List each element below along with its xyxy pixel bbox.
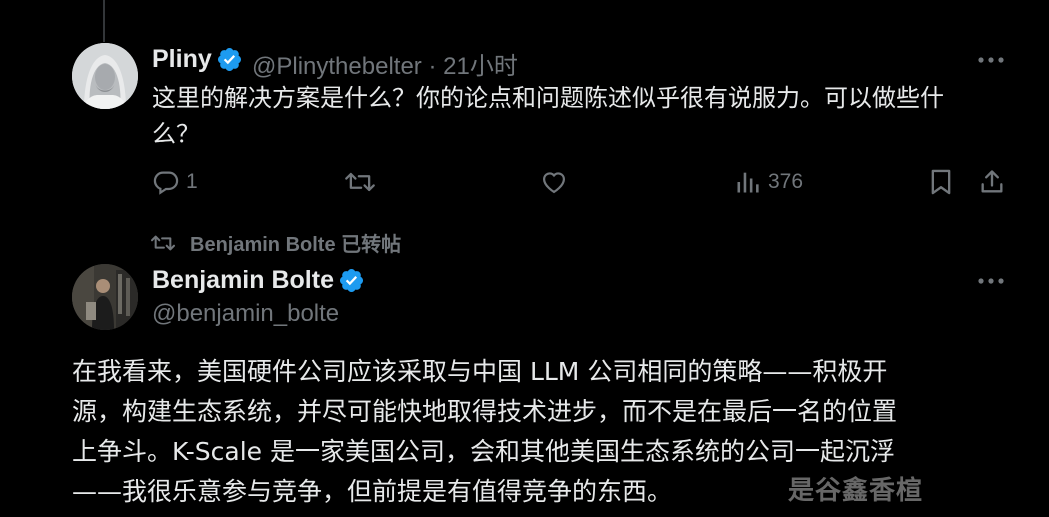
timeline: Pliny @Plinythebelter · 21小时 这里的解决方案是什么？…: [0, 0, 1049, 517]
tweet-text-line: 上争斗。K-Scale 是一家美国公司，会和其他美国生态系统的公司一起沉浮: [72, 437, 896, 466]
reply-count: 1: [186, 170, 198, 193]
retweet-button[interactable]: [344, 168, 376, 196]
reply-icon: [153, 171, 179, 195]
views-icon: [737, 172, 759, 193]
bookmark-icon: [931, 169, 951, 195]
more-icon[interactable]: [976, 55, 1006, 65]
author-handle[interactable]: @Plinythebelter · 21小时: [252, 46, 518, 81]
watermark: 是谷鑫香楦: [788, 476, 924, 506]
tweet-text-line: 在我看来，美国硬件公司应该采取与中国 LLM 公司相同的策略——积极开: [72, 357, 888, 386]
author-name[interactable]: Pliny: [152, 45, 212, 74]
reply-button[interactable]: 1: [152, 168, 198, 196]
like-button[interactable]: [539, 168, 569, 196]
views-count: 376: [768, 170, 804, 193]
thread-connector-line: [103, 0, 105, 42]
tweet-text: 这里的解决方案是什么？你的论点和问题陈述似乎很有说服力。可以做些什 么？: [152, 80, 1012, 152]
statue-portrait-icon: [72, 43, 138, 109]
author-handle-text[interactable]: @Plinythebelter: [252, 53, 422, 80]
avatar[interactable]: [72, 264, 138, 330]
timestamp[interactable]: 21小时: [443, 53, 518, 80]
retweet-icon: [345, 172, 375, 192]
share-icon: [981, 170, 1003, 193]
tweet-text-line: 这里的解决方案是什么？你的论点和问题陈述似乎很有说服力。可以做些什: [152, 84, 944, 112]
tweet-text-line: 么？: [152, 120, 200, 148]
views-button[interactable]: 376: [734, 168, 803, 196]
verified-icon[interactable]: [338, 267, 365, 294]
retweet-attribution[interactable]: Benjamin Bolte 已转帖: [150, 228, 401, 257]
person-photo-icon: [72, 264, 138, 330]
share-button[interactable]: [978, 168, 1006, 196]
author-name[interactable]: Benjamin Bolte: [152, 266, 334, 295]
retweet-attribution-text[interactable]: Benjamin Bolte 已转帖: [190, 228, 401, 257]
verified-icon[interactable]: [216, 46, 243, 73]
retweet-icon: [150, 235, 176, 250]
bookmark-button[interactable]: [928, 168, 954, 196]
separator-dot: ·: [428, 53, 437, 80]
avatar[interactable]: [72, 43, 138, 109]
tweet-text-line: 源，构建生态系统，并尽可能快地取得技术进步，而不是在最后一名的位置: [72, 397, 898, 426]
more-icon[interactable]: [976, 276, 1006, 286]
like-icon: [542, 172, 566, 194]
author-handle[interactable]: @benjamin_bolte: [152, 300, 339, 328]
